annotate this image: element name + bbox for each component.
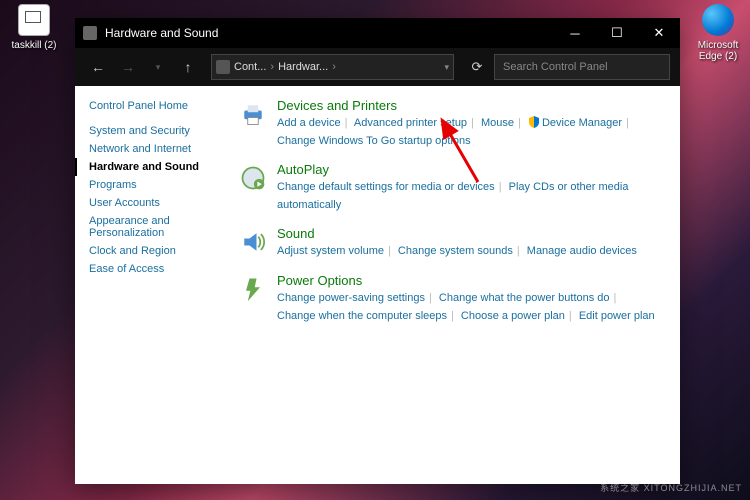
link-edit-plan[interactable]: Edit power plan bbox=[579, 310, 655, 322]
maximize-button[interactable]: ☐ bbox=[596, 18, 638, 48]
file-icon bbox=[18, 4, 50, 36]
link-system-volume[interactable]: Adjust system volume bbox=[277, 245, 384, 257]
link-device-manager[interactable]: Device Manager bbox=[542, 117, 622, 129]
autoplay-icon bbox=[239, 164, 267, 192]
shield-icon bbox=[528, 116, 540, 128]
category-sound: Sound Adjust system volume| Change syste… bbox=[239, 226, 666, 261]
edge-icon bbox=[702, 4, 734, 36]
titlebar[interactable]: Hardware and Sound ─ ☐ ✕ bbox=[75, 18, 680, 48]
watermark: 系统之家 XITONGZHIJIA.NET bbox=[600, 481, 742, 494]
chevron-down-icon[interactable]: ▾ bbox=[444, 62, 449, 73]
breadcrumb-sep: › bbox=[270, 61, 274, 73]
link-advanced-printer[interactable]: Advanced printer setup bbox=[354, 117, 467, 129]
address-bar[interactable]: Cont... › Hardwar... › ▾ bbox=[211, 54, 454, 80]
recent-dropdown[interactable]: ▾ bbox=[145, 54, 171, 80]
sidebar-item-programs[interactable]: Programs bbox=[89, 176, 217, 194]
control-panel-window: Hardware and Sound ─ ☐ ✕ ← → ▾ ↑ Cont...… bbox=[75, 18, 680, 484]
category-title[interactable]: Devices and Printers bbox=[277, 98, 666, 113]
navbar: ← → ▾ ↑ Cont... › Hardwar... › ▾ ⟳ Searc… bbox=[75, 48, 680, 86]
link-system-sounds[interactable]: Change system sounds bbox=[398, 245, 513, 257]
close-button[interactable]: ✕ bbox=[638, 18, 680, 48]
link-add-device[interactable]: Add a device bbox=[277, 117, 341, 129]
breadcrumb-seg[interactable]: Cont... bbox=[234, 61, 266, 73]
control-panel-icon bbox=[216, 60, 230, 74]
link-power-saving[interactable]: Change power-saving settings bbox=[277, 292, 425, 304]
search-placeholder: Search Control Panel bbox=[503, 61, 608, 73]
link-choose-plan[interactable]: Choose a power plan bbox=[461, 310, 565, 322]
breadcrumb-sep: › bbox=[332, 61, 336, 73]
link-power-buttons[interactable]: Change what the power buttons do bbox=[439, 292, 610, 304]
sidebar-item-network[interactable]: Network and Internet bbox=[89, 140, 217, 158]
category-title[interactable]: Sound bbox=[277, 226, 666, 241]
breadcrumb-seg[interactable]: Hardwar... bbox=[278, 61, 328, 73]
search-input[interactable]: Search Control Panel bbox=[494, 54, 670, 80]
sidebar-item-ease[interactable]: Ease of Access bbox=[89, 260, 217, 278]
window-title: Hardware and Sound bbox=[105, 26, 218, 40]
sidebar-header[interactable]: Control Panel Home bbox=[89, 100, 217, 112]
link-computer-sleeps[interactable]: Change when the computer sleeps bbox=[277, 310, 447, 322]
main-panel: Devices and Printers Add a device| Advan… bbox=[225, 86, 680, 484]
category-title[interactable]: Power Options bbox=[277, 273, 666, 288]
content-area: Control Panel Home System and Security N… bbox=[75, 86, 680, 484]
minimize-button[interactable]: ─ bbox=[554, 18, 596, 48]
up-button[interactable]: ↑ bbox=[175, 54, 201, 80]
sidebar-item-hardware[interactable]: Hardware and Sound bbox=[89, 158, 217, 176]
link-autoplay-defaults[interactable]: Change default settings for media or dev… bbox=[277, 181, 495, 193]
desktop-icon-taskkill[interactable]: taskkill (2) bbox=[10, 4, 58, 51]
sidebar: Control Panel Home System and Security N… bbox=[75, 86, 225, 484]
power-icon bbox=[239, 275, 267, 303]
category-autoplay: AutoPlay Change default settings for med… bbox=[239, 162, 666, 214]
sidebar-item-appearance[interactable]: Appearance and Personalization bbox=[89, 212, 217, 242]
sidebar-item-system[interactable]: System and Security bbox=[89, 122, 217, 140]
speaker-icon bbox=[239, 228, 267, 256]
sidebar-item-users[interactable]: User Accounts bbox=[89, 194, 217, 212]
link-windows-to-go[interactable]: Change Windows To Go startup options bbox=[277, 135, 471, 147]
printer-icon bbox=[239, 100, 267, 128]
desktop-icon-label: taskkill (2) bbox=[10, 40, 58, 51]
category-power: Power Options Change power-saving settin… bbox=[239, 273, 666, 325]
category-title[interactable]: AutoPlay bbox=[277, 162, 666, 177]
refresh-button[interactable]: ⟳ bbox=[464, 59, 490, 75]
back-button[interactable]: ← bbox=[85, 54, 111, 80]
category-devices: Devices and Printers Add a device| Advan… bbox=[239, 98, 666, 150]
forward-button[interactable]: → bbox=[115, 54, 141, 80]
link-mouse[interactable]: Mouse bbox=[481, 117, 514, 129]
desktop-icon-edge[interactable]: Microsoft Edge (2) bbox=[694, 4, 742, 62]
link-audio-devices[interactable]: Manage audio devices bbox=[527, 245, 637, 257]
app-icon bbox=[83, 26, 97, 40]
desktop-icon-label: Microsoft Edge (2) bbox=[694, 40, 742, 62]
sidebar-item-clock[interactable]: Clock and Region bbox=[89, 242, 217, 260]
